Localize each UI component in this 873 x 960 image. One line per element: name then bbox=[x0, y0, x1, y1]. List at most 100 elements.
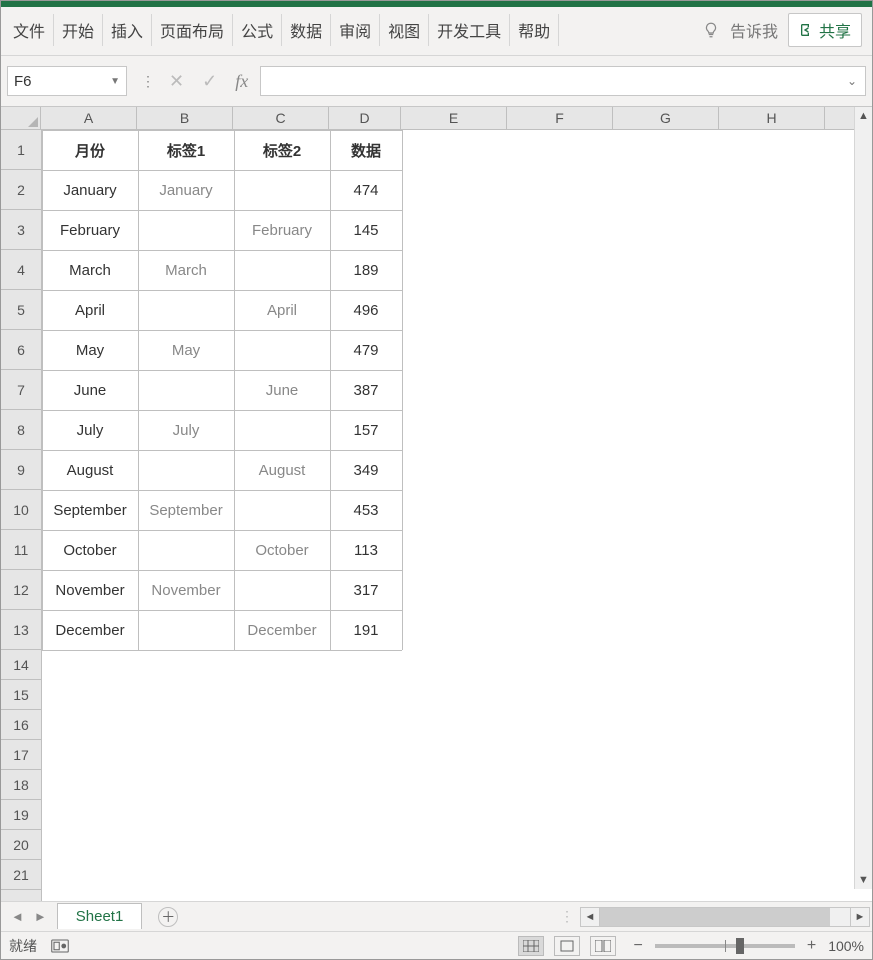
zoom-in-button[interactable]: + bbox=[803, 937, 820, 955]
row-header[interactable]: 15 bbox=[1, 680, 41, 710]
share-button[interactable]: 共享 bbox=[788, 13, 862, 47]
cell[interactable]: June bbox=[42, 370, 138, 410]
cell[interactable]: May bbox=[42, 330, 138, 370]
cell[interactable]: 数据 bbox=[330, 130, 402, 170]
row-header[interactable]: 3 bbox=[1, 210, 41, 250]
cell[interactable]: November bbox=[42, 570, 138, 610]
cell[interactable]: 145 bbox=[330, 210, 402, 250]
cells-area[interactable]: 月份标签1标签2数据JanuaryJanuary474FebruaryFebru… bbox=[42, 130, 872, 901]
scroll-right-icon[interactable]: ► bbox=[850, 907, 870, 927]
row-header[interactable]: 20 bbox=[1, 830, 41, 860]
scroll-left-icon[interactable]: ◄ bbox=[580, 907, 600, 927]
cell[interactable]: March bbox=[138, 250, 234, 290]
cell[interactable]: March bbox=[42, 250, 138, 290]
column-header[interactable]: E bbox=[401, 107, 507, 129]
row-header[interactable]: 18 bbox=[1, 770, 41, 800]
sheet-tab-active[interactable]: Sheet1 bbox=[57, 903, 143, 929]
row-header[interactable]: 4 bbox=[1, 250, 41, 290]
fx-icon[interactable]: fx bbox=[235, 71, 248, 92]
cell[interactable]: 189 bbox=[330, 250, 402, 290]
zoom-out-button[interactable]: − bbox=[630, 937, 647, 955]
cell[interactable]: January bbox=[138, 170, 234, 210]
cell[interactable]: 月份 bbox=[42, 130, 138, 170]
row-header[interactable]: 21 bbox=[1, 860, 41, 890]
scroll-down-icon[interactable]: ▼ bbox=[855, 871, 872, 889]
row-header[interactable]: 7 bbox=[1, 370, 41, 410]
vertical-scrollbar[interactable]: ▲ ▼ bbox=[854, 107, 872, 889]
ribbon-tab[interactable]: 公式 bbox=[233, 14, 282, 46]
row-header[interactable]: 19 bbox=[1, 800, 41, 830]
row-header[interactable]: 12 bbox=[1, 570, 41, 610]
cell[interactable]: 标签2 bbox=[234, 130, 330, 170]
view-page-break-button[interactable] bbox=[590, 936, 616, 956]
add-sheet-button[interactable]: ＋ bbox=[158, 907, 178, 927]
scrollbar-thumb[interactable] bbox=[600, 908, 830, 926]
accept-formula-icon[interactable]: ✓ bbox=[202, 71, 217, 92]
column-header[interactable]: B bbox=[137, 107, 233, 129]
cell[interactable]: August bbox=[234, 450, 330, 490]
drag-handle-icon[interactable]: ⋮ bbox=[554, 908, 580, 925]
name-box[interactable]: F6 ▼ bbox=[7, 66, 127, 96]
cell[interactable]: 479 bbox=[330, 330, 402, 370]
cell[interactable]: November bbox=[138, 570, 234, 610]
ribbon-tab[interactable]: 开发工具 bbox=[429, 14, 510, 46]
row-header[interactable]: 8 bbox=[1, 410, 41, 450]
cell[interactable]: 453 bbox=[330, 490, 402, 530]
cell[interactable]: 349 bbox=[330, 450, 402, 490]
cancel-formula-icon[interactable]: ✕ bbox=[169, 71, 184, 92]
column-header[interactable]: F bbox=[507, 107, 613, 129]
cell[interactable]: February bbox=[42, 210, 138, 250]
column-header[interactable]: D bbox=[329, 107, 401, 129]
ribbon-tab[interactable]: 数据 bbox=[282, 14, 331, 46]
chevron-down-icon[interactable]: ▼ bbox=[110, 76, 120, 87]
zoom-control[interactable]: − + 100% bbox=[630, 937, 865, 955]
chevron-down-icon[interactable]: ⌄ bbox=[847, 74, 857, 88]
cell[interactable]: April bbox=[42, 290, 138, 330]
tell-me-input[interactable]: 告诉我 bbox=[730, 18, 778, 42]
column-header[interactable]: H bbox=[719, 107, 825, 129]
cell[interactable]: February bbox=[234, 210, 330, 250]
cell[interactable]: October bbox=[42, 530, 138, 570]
cell[interactable]: June bbox=[234, 370, 330, 410]
cell[interactable]: 474 bbox=[330, 170, 402, 210]
row-header[interactable]: 13 bbox=[1, 610, 41, 650]
view-page-layout-button[interactable] bbox=[554, 936, 580, 956]
next-sheet-icon[interactable]: ► bbox=[34, 909, 47, 924]
zoom-slider[interactable] bbox=[655, 944, 795, 948]
column-header[interactable]: G bbox=[613, 107, 719, 129]
cell[interactable]: August bbox=[42, 450, 138, 490]
zoom-level[interactable]: 100% bbox=[828, 938, 864, 954]
row-header[interactable]: 10 bbox=[1, 490, 41, 530]
ribbon-tab[interactable]: 视图 bbox=[380, 14, 429, 46]
cell[interactable]: July bbox=[42, 410, 138, 450]
ribbon-tab[interactable]: 文件 bbox=[5, 14, 54, 46]
ribbon-tab[interactable]: 页面布局 bbox=[152, 14, 233, 46]
cell[interactable]: May bbox=[138, 330, 234, 370]
cell[interactable]: January bbox=[42, 170, 138, 210]
formula-input[interactable]: ⌄ bbox=[260, 66, 866, 96]
column-header[interactable]: A bbox=[41, 107, 137, 129]
cell[interactable]: 157 bbox=[330, 410, 402, 450]
row-header[interactable]: 9 bbox=[1, 450, 41, 490]
cell[interactable]: December bbox=[234, 610, 330, 650]
cell[interactable]: October bbox=[234, 530, 330, 570]
column-header[interactable]: C bbox=[233, 107, 329, 129]
lightbulb-icon[interactable] bbox=[702, 21, 720, 39]
cell[interactable]: 387 bbox=[330, 370, 402, 410]
row-header[interactable]: 2 bbox=[1, 170, 41, 210]
select-all-corner[interactable] bbox=[1, 107, 41, 129]
prev-sheet-icon[interactable]: ◄ bbox=[11, 909, 24, 924]
cell[interactable]: 496 bbox=[330, 290, 402, 330]
row-header[interactable]: 14 bbox=[1, 650, 41, 680]
row-header[interactable]: 11 bbox=[1, 530, 41, 570]
cell[interactable]: September bbox=[138, 490, 234, 530]
horizontal-scrollbar[interactable]: ◄ ► bbox=[580, 907, 870, 927]
macro-record-icon[interactable] bbox=[51, 939, 69, 953]
ribbon-tab[interactable]: 插入 bbox=[103, 14, 152, 46]
cell[interactable]: 191 bbox=[330, 610, 402, 650]
cell[interactable]: 113 bbox=[330, 530, 402, 570]
scroll-up-icon[interactable]: ▲ bbox=[855, 107, 872, 125]
row-header[interactable]: 5 bbox=[1, 290, 41, 330]
cell[interactable]: 标签1 bbox=[138, 130, 234, 170]
cell[interactable]: 317 bbox=[330, 570, 402, 610]
